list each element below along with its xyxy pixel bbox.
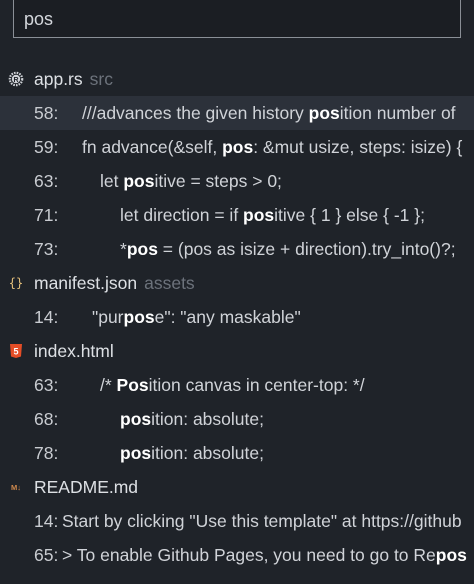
line-number: 59:: [34, 137, 59, 157]
file-group-header[interactable]: {} manifest.json assets: [0, 266, 474, 300]
rust-icon: R: [8, 71, 24, 87]
match-line[interactable]: 68: position: absolute;: [0, 402, 474, 436]
line-number: 63:: [34, 171, 59, 191]
match-line[interactable]: 65: > To enable Github Pages, you need to…: [0, 538, 474, 572]
file-group-header[interactable]: 5 index.html: [0, 334, 474, 368]
match-highlight: Pos: [116, 375, 149, 395]
file-name: index.html: [34, 341, 114, 361]
line-number: 58:: [34, 103, 59, 123]
match-highlight: pos: [243, 205, 275, 225]
file-directory: src: [89, 69, 113, 89]
search-box[interactable]: [13, 0, 461, 38]
line-number: 73:: [34, 239, 59, 259]
line-number: 71:: [34, 205, 59, 225]
match-snippet: *pos = (pos as isize + direction).try_in…: [120, 239, 456, 259]
match-highlight: pos: [435, 545, 467, 565]
match-line[interactable]: 14: Start by clicking "Use this template"…: [0, 504, 474, 538]
html5-icon: 5: [8, 343, 24, 359]
search-input[interactable]: [22, 6, 446, 32]
line-number: 63:: [34, 375, 59, 395]
match-snippet: /* Position canvas in center-top: */: [100, 375, 365, 395]
file-name: app.rs src: [34, 69, 113, 89]
file-name: README.md: [34, 477, 139, 497]
match-highlight: pos: [120, 443, 152, 463]
match-snippet: Start by clicking "Use this template" at…: [62, 511, 462, 531]
match-highlight: pos: [222, 137, 254, 157]
search-bar: [0, 0, 474, 50]
match-snippet: position: absolute;: [120, 443, 264, 463]
line-number: 68:: [34, 409, 59, 429]
file-name: manifest.json assets: [34, 273, 195, 293]
match-line[interactable]: 14: "purpose": "any maskable": [0, 300, 474, 334]
match-highlight: pos: [126, 239, 158, 259]
match-highlight: pos: [123, 171, 155, 191]
match-line[interactable]: 58: ///advances the given history positio…: [0, 96, 474, 130]
line-number: 14:: [34, 511, 59, 531]
match-snippet: position: absolute;: [120, 409, 264, 429]
json-icon: {}: [8, 275, 24, 291]
svg-text:5: 5: [13, 347, 18, 357]
markdown-icon: M↓: [8, 479, 24, 495]
match-highlight: pos: [308, 103, 340, 123]
match-line[interactable]: 78: position: absolute;: [0, 436, 474, 470]
svg-text:R: R: [13, 77, 18, 84]
match-highlight: pos: [123, 307, 155, 327]
match-snippet: let positive = steps > 0;: [100, 171, 282, 191]
file-group-header[interactable]: M↓ README.md: [0, 470, 474, 504]
line-number: 14:: [34, 307, 59, 327]
file-directory: assets: [144, 273, 195, 293]
match-snippet: let direction = if positive { 1 } else {…: [120, 205, 425, 225]
match-highlight: pos: [120, 409, 152, 429]
match-line[interactable]: 73: *pos = (pos as isize + direction).try…: [0, 232, 474, 266]
match-snippet: ///advances the given history position n…: [82, 103, 456, 123]
match-line[interactable]: 71: let direction = if positive { 1 } els…: [0, 198, 474, 232]
search-results-panel: Rapp.rssrc 58: ///advances the given histo…: [0, 0, 474, 584]
results-list: Rapp.rs src 58: ///advances the given histo…: [0, 62, 474, 572]
svg-text:{}: {}: [9, 276, 23, 290]
match-snippet: > To enable Github Pages, you need to go…: [62, 545, 467, 565]
file-group-header[interactable]: Rapp.rs src: [0, 62, 474, 96]
svg-text:M↓: M↓: [11, 483, 21, 492]
match-line[interactable]: 63: let positive = steps > 0;: [0, 164, 474, 198]
match-line[interactable]: 59: fn advance(&self, pos: &mut usize, st…: [0, 130, 474, 164]
match-snippet: "purpose": "any maskable": [92, 307, 301, 327]
match-snippet: fn advance(&self, pos: &mut usize, steps…: [82, 137, 463, 157]
match-line[interactable]: 63: /* Position canvas in center-top: */: [0, 368, 474, 402]
line-number: 65:: [34, 545, 59, 565]
line-number: 78:: [34, 443, 59, 463]
